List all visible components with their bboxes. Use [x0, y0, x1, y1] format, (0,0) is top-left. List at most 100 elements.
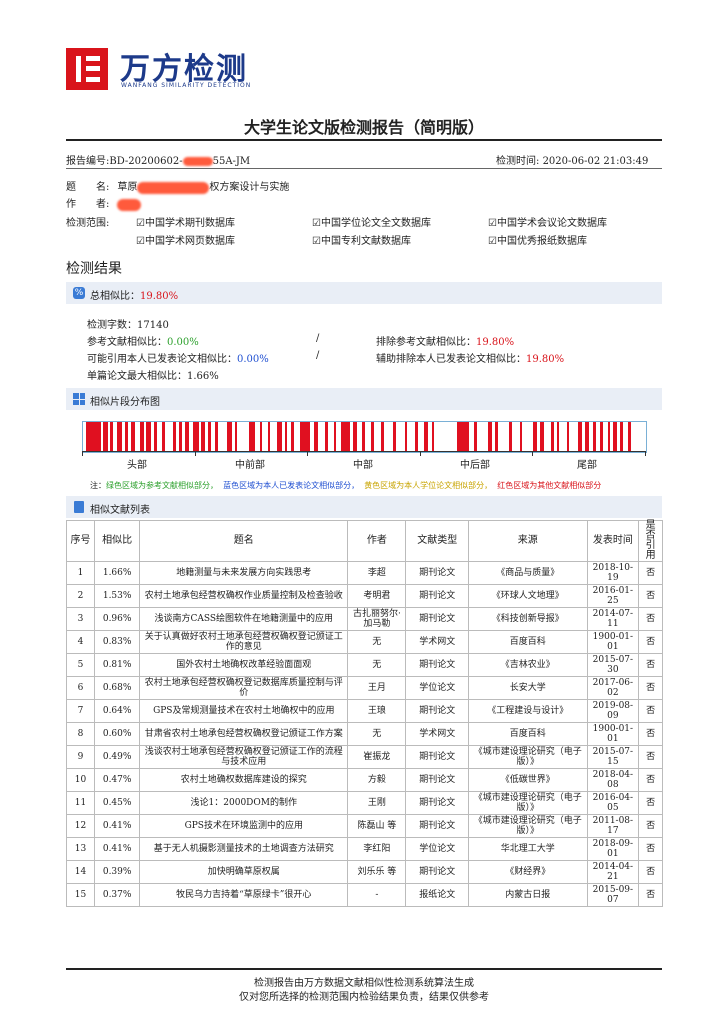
- similar-segment: [508, 422, 512, 452]
- table-cell: 12: [65, 814, 96, 838]
- literature-table: 序号 相似比 题名 作者 文献类型 来源 发表时间 是否引用 1 1.66% 地籍测…: [65, 520, 663, 907]
- similar-segment: [353, 422, 357, 452]
- report-number: 报告编号:BD-20200602- 55A-JM: [66, 156, 251, 167]
- table-cell: 2018-04-08: [586, 768, 640, 792]
- table-cell: 古扎丽努尔·加马勒: [347, 607, 407, 631]
- table-cell: 0.37%: [94, 883, 141, 907]
- table-cell: 《环球人文地理》: [467, 584, 588, 608]
- table-cell: 百度百科: [467, 722, 588, 746]
- table-cell: 否: [638, 883, 663, 907]
- table-cell: 10: [65, 768, 96, 792]
- table-cell: 2015-07-30: [586, 653, 640, 677]
- table-cell: 《低碳世界》: [467, 768, 588, 792]
- table-cell: 0.68%: [94, 676, 141, 700]
- self-similarity: 可能引用本人已发表论文相似比：0.00%: [87, 354, 269, 365]
- table-cell: 《科技创新导报》: [467, 607, 588, 631]
- table-cell: 无: [347, 653, 407, 677]
- footer-line-2: 仅对您所选择的检测范围内检验结果负责，结果仅供参考: [239, 992, 489, 1003]
- similar-segment: [207, 422, 212, 452]
- similar-segment: [578, 422, 582, 452]
- table-cell: 1.66%: [94, 561, 141, 585]
- similar-segment: [116, 422, 123, 452]
- literature-band: [66, 496, 662, 518]
- table-cell: 否: [638, 745, 663, 769]
- table-row: 7 0.64% GPS及常规测量技术在农村土地确权中的应用 王琅 期刊论文 《工程建设与设…: [65, 699, 663, 723]
- literature-title: 相似文献列表: [90, 505, 150, 516]
- similar-segment: [185, 422, 189, 452]
- table-cell: 学位论文: [405, 676, 469, 700]
- similar-segment: [140, 422, 144, 452]
- similar-segment: [103, 422, 108, 452]
- similar-segment: [146, 422, 151, 452]
- table-cell: 9: [65, 745, 96, 769]
- results-heading: 检测结果: [66, 261, 122, 277]
- table-cell: 百度百科: [467, 630, 588, 654]
- axis-label: 中后部: [460, 460, 490, 471]
- table-row: 5 0.81% 国外农村土地确权改革经验面面观无期刊论文 《吉林农业》 2015-07-…: [65, 653, 663, 677]
- slash-divider: /: [316, 333, 320, 344]
- column-header: 发表时间: [586, 520, 640, 562]
- axis-tick: [82, 451, 83, 456]
- table-cell: 学术网文: [405, 722, 469, 746]
- table-cell: 期刊论文: [405, 745, 469, 769]
- axis-tick: [307, 451, 309, 456]
- similar-segment: [620, 422, 624, 452]
- table-header-row: 序号 相似比 题名 作者 文献类型 来源 发表时间 是否引用: [65, 520, 663, 562]
- ref-similarity: 参考文献相似比：0.00%: [87, 337, 199, 348]
- table-cell: 0.47%: [94, 768, 141, 792]
- table-cell: 基于无人机摄影测量技术的土地调查方法研究: [139, 837, 349, 861]
- similar-segment: [325, 422, 329, 452]
- table-cell: 《财经界》: [467, 860, 588, 884]
- table-cell: 0.81%: [94, 653, 141, 677]
- table-cell: 期刊论文: [405, 653, 469, 677]
- similar-segment: [178, 422, 183, 452]
- similar-segment: [153, 422, 158, 452]
- similar-segment: [415, 422, 418, 452]
- table-row: 12 0.41% GPS技术在环境监测中的应用 陈磊山 等期刊论文 《城市建设理论研究（…: [65, 814, 663, 838]
- axis-tick: [645, 451, 646, 456]
- table-cell: 0.41%: [94, 837, 141, 861]
- table-cell: 《城市建设理论研究（电子版）》: [467, 814, 588, 838]
- table-cell: 报纸论文: [405, 883, 469, 907]
- table-row: 11 0.45% 浅论1：2000DOM的制作 王刚 期刊论文 《城市建设理论研究（电子版…: [65, 791, 663, 815]
- axis-tick: [419, 451, 421, 456]
- column-header: 文献类型: [405, 520, 469, 562]
- table-row: 3 0.96% 浅谈南方CASS绘图软件在地籍测量中的应用 古扎丽努尔·加马勒 期刊论文…: [65, 607, 663, 631]
- table-row: 14 0.39% 加快明确草原权属 刘乐乐 等期刊论文 《财经界》 2014-04-21 否: [65, 860, 663, 884]
- table-cell: 《城市建设理论研究（电子版）》: [467, 745, 588, 769]
- table-cell: 2: [65, 584, 96, 608]
- table-cell: 地籍测量与未来发展方向实践思考: [139, 561, 349, 585]
- footer-line-1: 检测报告由万方数据文献相似性检测系统算法生成: [254, 978, 474, 989]
- similar-segment: [110, 422, 114, 452]
- similar-segment: [227, 422, 232, 452]
- table-cell: GPS技术在环境监测中的应用: [139, 814, 349, 838]
- table-cell: 0.41%: [94, 814, 141, 838]
- table-cell: 15: [65, 883, 96, 907]
- table-cell: 0.83%: [94, 630, 141, 654]
- similar-segment: [362, 422, 366, 452]
- table-cell: 13: [65, 837, 96, 861]
- table-cell: 2018-09-01: [586, 837, 640, 861]
- similar-segment: [131, 422, 135, 452]
- similar-segment: [276, 422, 283, 452]
- footer-divider: [66, 968, 662, 970]
- column-header: 作者: [347, 520, 407, 562]
- table-cell: 2019-08-09: [586, 699, 640, 723]
- column-header: 是否引用: [638, 520, 663, 562]
- table-cell: 《吉林农业》: [467, 653, 588, 677]
- table-cell: 2018-10-19: [586, 561, 640, 585]
- table-cell: 期刊论文: [405, 607, 469, 631]
- table-row: 10 0.47% 农村土地确权数据库建设的探究 方毅 期刊论文 《低碳世界》 2018-04…: [65, 768, 663, 792]
- table-cell: 否: [638, 584, 663, 608]
- similar-segment: [334, 422, 337, 452]
- percent-icon: %: [73, 287, 85, 299]
- table-cell: 《城市建设理论研究（电子版）》: [467, 791, 588, 815]
- table-cell: 11: [65, 791, 96, 815]
- table-cell: 0.64%: [94, 699, 141, 723]
- table-cell: 4: [65, 630, 96, 654]
- similar-segment: [173, 422, 176, 452]
- table-cell: 甘肃省农村土地承包经营权确权登记颁证工作方案: [139, 722, 349, 746]
- table-cell: 6: [65, 676, 96, 700]
- table-row: 4 0.83% 关于认真做好农村土地承包经营权确权登记颁证工作的意见无学术网文 百度百…: [65, 630, 663, 654]
- distribution-title: 相似片段分布图: [90, 397, 160, 408]
